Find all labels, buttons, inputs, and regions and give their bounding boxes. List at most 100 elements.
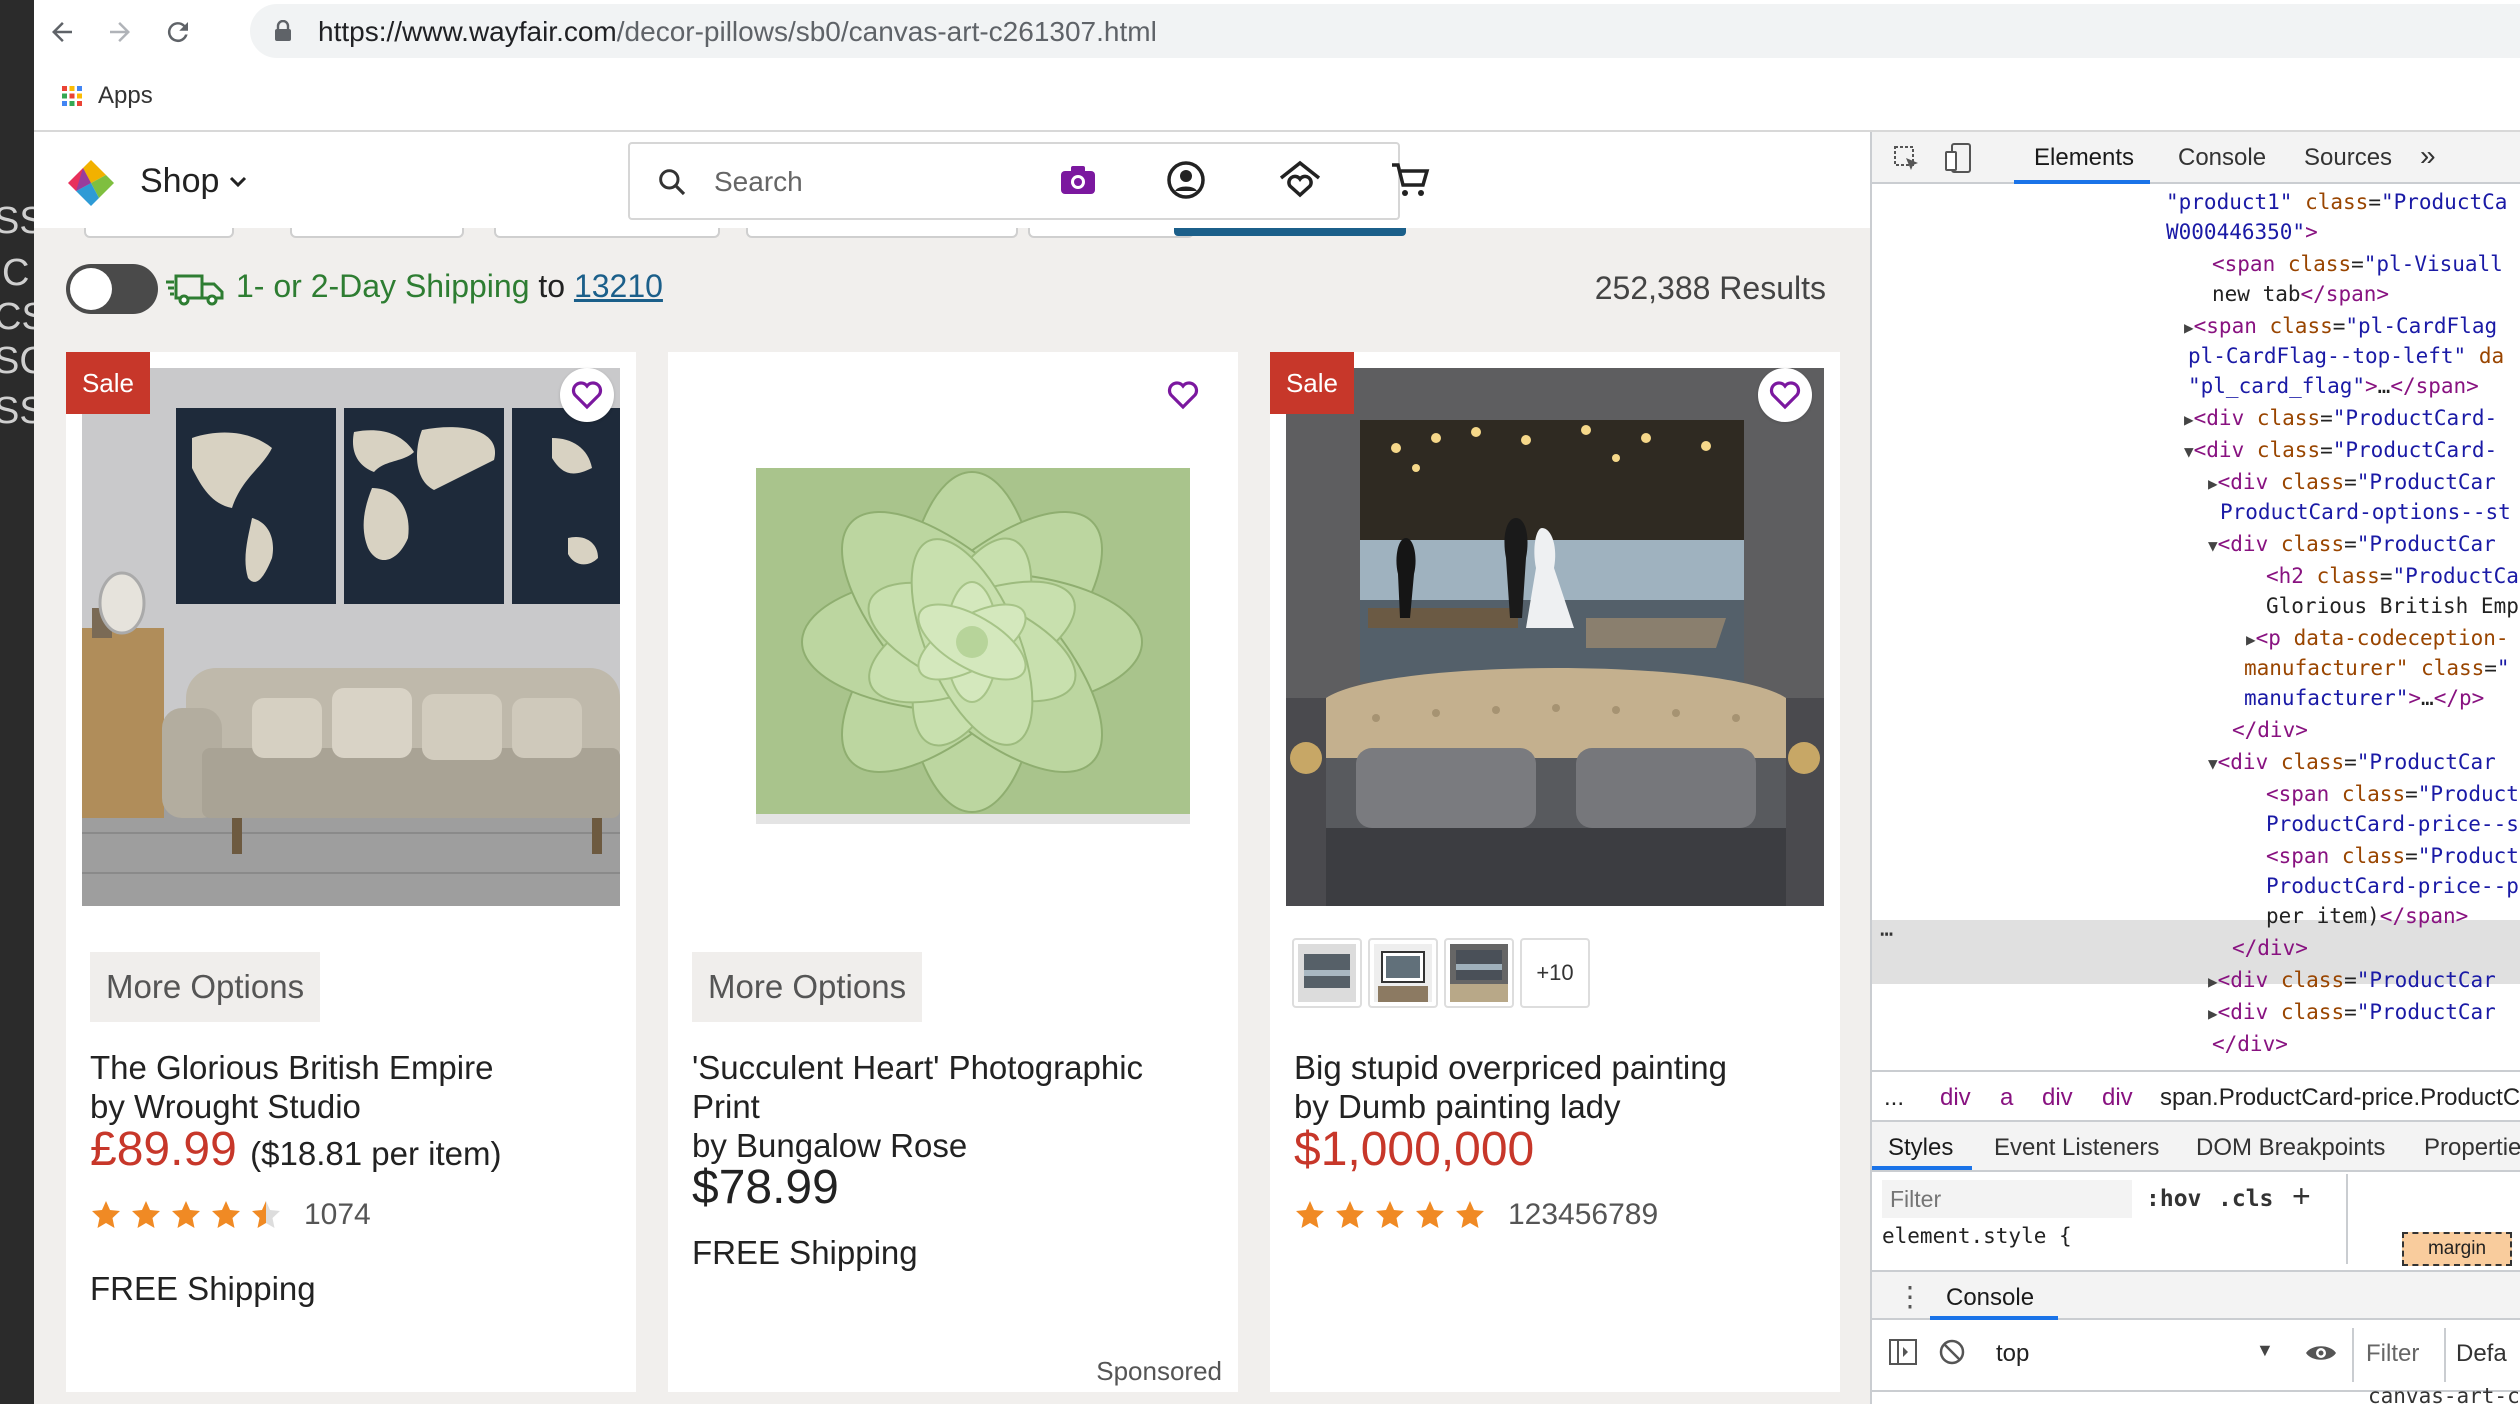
toggle-knob — [70, 268, 112, 310]
product-image[interactable] — [82, 368, 620, 906]
drawer-menu-icon[interactable]: ⋮ — [1896, 1280, 1924, 1313]
dom-line[interactable]: "pl_card_flag">…</span> — [2188, 370, 2479, 402]
apps-bookmark[interactable]: Apps — [62, 82, 153, 110]
context-dropdown-icon[interactable]: ▼ — [2256, 1340, 2274, 1361]
dom-line[interactable]: ProductCard-options--st — [2220, 496, 2511, 528]
dom-line[interactable]: </div> — [2232, 932, 2308, 964]
inspect-element-icon[interactable] — [1892, 144, 1922, 174]
tab-styles[interactable]: Styles — [1888, 1134, 1953, 1162]
account-button[interactable] — [1160, 154, 1212, 206]
product-image[interactable] — [684, 368, 1222, 906]
breadcrumb-item[interactable]: div — [2102, 1084, 2133, 1112]
breadcrumb-item-current[interactable]: span.ProductCard-price.ProductC — [2160, 1084, 2520, 1112]
shop-menu[interactable]: Shop — [140, 162, 247, 201]
breadcrumb-item[interactable]: a — [2000, 1084, 2013, 1112]
dom-line[interactable]: per item)</span> — [2266, 900, 2468, 932]
dom-line[interactable]: ▶<div class="ProductCar — [2208, 996, 2496, 1028]
camera-search-button[interactable] — [1052, 154, 1104, 206]
hov-toggle[interactable]: :hov — [2146, 1186, 2201, 1212]
variant-thumbnail[interactable] — [1292, 938, 1362, 1008]
dom-line[interactable]: <h2 class="ProductCa — [2266, 560, 2519, 592]
dom-line[interactable]: ProductCard-price--p — [2266, 870, 2519, 902]
filter-chip[interactable] — [746, 228, 1018, 238]
clear-console-icon[interactable] — [1938, 1338, 1966, 1366]
dom-line[interactable]: ▶<p data-codeception- — [2246, 622, 2509, 654]
forward-button[interactable] — [96, 8, 144, 56]
product-title[interactable]: 'Succulent Heart' Photographic Print by … — [692, 1048, 1172, 1165]
dom-line[interactable]: ▼<div class="ProductCard- — [2184, 434, 2497, 466]
log-levels-dropdown[interactable]: Defa — [2456, 1340, 2507, 1368]
dom-line-selected[interactable]: <span class="Product — [2266, 778, 2519, 810]
favorite-button[interactable] — [560, 368, 614, 422]
apps-grid-icon — [62, 86, 82, 106]
styles-filter-input[interactable] — [1882, 1180, 2132, 1218]
cls-toggle[interactable]: .cls — [2218, 1186, 2273, 1212]
breadcrumb-ellipsis[interactable]: ... — [1884, 1084, 1904, 1112]
filter-chip[interactable] — [494, 228, 720, 238]
product-rating[interactable]: 123456789 — [1294, 1198, 1658, 1232]
dom-line[interactable]: </div> — [2232, 714, 2308, 746]
more-variants-button[interactable]: +10 — [1520, 938, 1590, 1008]
node-menu-dots[interactable]: ⋯ — [1880, 922, 1893, 947]
dom-line[interactable]: <span class="pl-Visuall — [2212, 248, 2503, 280]
dom-line[interactable]: ▼<div class="ProductCar — [2208, 528, 2496, 560]
product-rating[interactable]: 1074 — [90, 1198, 371, 1232]
dom-line[interactable]: ▶<div class="ProductCar — [2208, 964, 2496, 996]
favorite-button[interactable] — [1758, 368, 1812, 422]
context-selector[interactable]: top — [1996, 1340, 2029, 1368]
product-card[interactable]: More Options 'Succulent Heart' Photograp… — [668, 352, 1238, 1392]
product-card[interactable]: Sale — [66, 352, 636, 1392]
dom-line[interactable]: ▶<span class="pl-CardFlag — [2184, 310, 2497, 342]
filter-chip[interactable] — [290, 228, 464, 238]
sidebar-toggle-icon[interactable] — [1888, 1338, 1918, 1366]
lists-button[interactable] — [1274, 154, 1326, 206]
filter-chip[interactable] — [84, 228, 234, 238]
address-bar[interactable]: https://www.wayfair.com/decor-pillows/sb… — [250, 4, 2520, 58]
device-toolbar-icon[interactable] — [1944, 142, 1974, 174]
dom-line[interactable]: "product1" class="ProductCa — [2166, 186, 2507, 218]
variant-thumbnail[interactable] — [1444, 938, 1514, 1008]
tab-elements[interactable]: Elements — [2034, 144, 2134, 172]
tab-properties[interactable]: Propertie — [2424, 1134, 2520, 1162]
tab-console-drawer[interactable]: Console — [1946, 1284, 2034, 1312]
dom-line[interactable]: ▶<div class="ProductCard- — [2184, 402, 2497, 434]
new-style-rule-button[interactable]: + — [2292, 1178, 2311, 1215]
dom-line[interactable]: manufacturer" class=" — [2244, 652, 2510, 684]
dom-line[interactable]: Glorious British Emp — [2266, 590, 2519, 622]
more-options-button[interactable]: More Options — [692, 952, 923, 1022]
variant-thumbnail[interactable] — [1368, 938, 1438, 1008]
tab-event-listeners[interactable]: Event Listeners — [1994, 1134, 2159, 1162]
tab-sources[interactable]: Sources — [2304, 144, 2392, 172]
filter-chip[interactable] — [1028, 228, 1194, 238]
dom-line[interactable]: new tab</span> — [2212, 278, 2389, 310]
dom-line[interactable]: ▼<div class="ProductCar — [2208, 746, 2496, 778]
reload-button[interactable] — [154, 8, 202, 56]
more-tabs-button[interactable]: » — [2420, 140, 2436, 172]
wayfair-logo[interactable] — [66, 158, 116, 208]
dom-line[interactable]: <span class="Product — [2266, 840, 2519, 872]
filter-chip-active[interactable] — [1174, 228, 1406, 236]
more-options-button[interactable]: More Options — [90, 952, 321, 1022]
eye-icon[interactable] — [2304, 1342, 2338, 1364]
tab-dom-breakpoints[interactable]: DOM Breakpoints — [2196, 1134, 2385, 1162]
product-image[interactable] — [1286, 368, 1824, 906]
breadcrumb-item[interactable]: div — [2042, 1084, 2073, 1112]
product-title[interactable]: The Glorious British Empire by Wrought S… — [90, 1048, 610, 1126]
dom-line-selected[interactable]: ProductCard-price--s — [2266, 808, 2519, 840]
tab-console[interactable]: Console — [2178, 144, 2266, 172]
product-title[interactable]: Big stupid overpriced painting by Dumb p… — [1294, 1048, 1814, 1126]
dom-line[interactable]: ▶<div class="ProductCar — [2208, 466, 2496, 498]
dom-line[interactable]: </div> — [2212, 1028, 2288, 1060]
back-button[interactable] — [38, 8, 86, 56]
fast-shipping-toggle[interactable] — [66, 264, 158, 314]
cart-button[interactable] — [1384, 154, 1436, 206]
zip-link[interactable]: 13210 — [574, 268, 663, 304]
dom-line[interactable]: manufacturer">…</p> — [2244, 682, 2484, 714]
breadcrumb-item[interactable]: div — [1940, 1084, 1971, 1112]
element-style-rule[interactable]: element.style { — [1882, 1224, 2072, 1248]
dom-line[interactable]: pl-CardFlag--top-left" da — [2188, 340, 2504, 372]
favorite-button[interactable] — [1156, 368, 1210, 422]
console-filter-input[interactable]: Filter — [2366, 1340, 2419, 1368]
dom-line[interactable]: W000446350"> — [2166, 216, 2318, 248]
product-card[interactable]: Sale — [1270, 352, 1840, 1392]
